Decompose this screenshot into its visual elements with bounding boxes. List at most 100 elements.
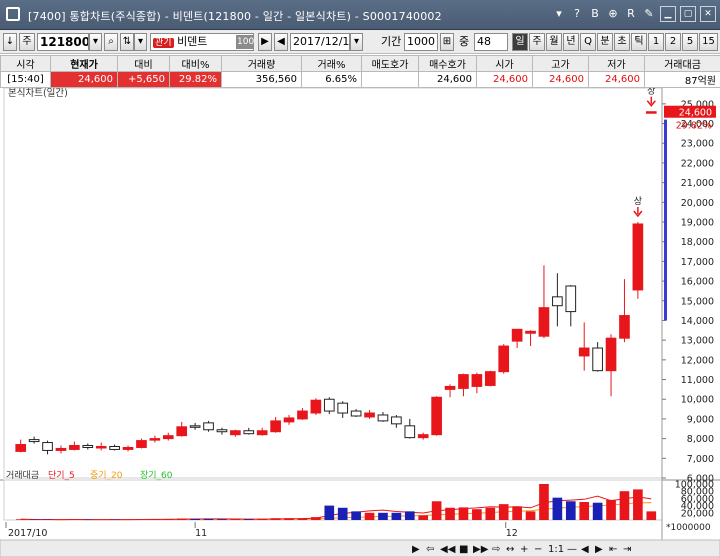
volume-bar bbox=[431, 501, 442, 520]
edit-icon[interactable]: ✎ bbox=[642, 6, 656, 22]
app-icon bbox=[6, 7, 20, 21]
candle-body-up bbox=[176, 426, 188, 437]
interval-quarter[interactable]: Q bbox=[580, 33, 596, 51]
dropdown-icon[interactable]: ▾ bbox=[552, 6, 566, 22]
sort-dropdown-icon[interactable]: ▾ bbox=[134, 33, 147, 51]
volume-bar bbox=[633, 489, 643, 520]
interval-1[interactable]: 1 bbox=[648, 33, 664, 51]
candle-body-up bbox=[525, 330, 536, 334]
candle-body-down bbox=[82, 445, 94, 448]
minimize-button[interactable]: ▁ bbox=[660, 6, 676, 22]
volume-bar bbox=[243, 519, 254, 520]
prev-arrow-icon[interactable]: ◀ bbox=[274, 33, 288, 51]
settings-icon[interactable]: ⊞ bbox=[440, 33, 454, 51]
candle-body-down bbox=[28, 439, 40, 443]
volume-bar bbox=[512, 506, 522, 520]
y-tick-label: 16,000 bbox=[681, 277, 714, 288]
period-input[interactable]: 1000 bbox=[404, 33, 438, 51]
interval-15[interactable]: 15 bbox=[699, 33, 718, 51]
y-tick-label: 19,000 bbox=[681, 218, 714, 229]
candle-body-up bbox=[645, 111, 657, 114]
x-tick-label: 11 bbox=[195, 528, 207, 539]
volume-bar bbox=[404, 511, 415, 520]
y-tick-label: 22,000 bbox=[681, 158, 714, 169]
volume-bar bbox=[324, 505, 335, 520]
count-input[interactable]: 48 bbox=[474, 33, 508, 51]
quote-low: 24,600 bbox=[588, 71, 645, 88]
candle-body-up bbox=[283, 417, 295, 423]
quote-header: 거래대금 bbox=[644, 55, 720, 72]
code-dropdown-icon[interactable]: ▾ bbox=[89, 33, 102, 51]
quote-header: 대비% bbox=[169, 55, 222, 72]
volume-bar bbox=[552, 497, 563, 520]
interval-week[interactable]: 주 bbox=[529, 33, 545, 51]
interval-day[interactable]: 일 bbox=[512, 33, 528, 51]
next-arrow-icon[interactable]: ▶ bbox=[258, 33, 272, 51]
candle-body-down bbox=[565, 285, 577, 313]
search-icon[interactable]: ⌕ bbox=[104, 33, 118, 51]
arrow-down-icon[interactable]: ↓ bbox=[3, 33, 17, 51]
volume-bar bbox=[69, 519, 80, 520]
help-icon[interactable]: ? bbox=[570, 6, 584, 22]
interval-year[interactable]: 년 bbox=[563, 33, 579, 51]
interval-second[interactable]: 초 bbox=[614, 33, 630, 51]
candle-body-down bbox=[216, 429, 228, 433]
candle-body-up bbox=[230, 430, 241, 436]
date-input[interactable]: 2017/12/18 bbox=[290, 33, 350, 51]
toolbar: ↓ 주 121800 ▾ ⌕ ⇅ ▾ 관기 비덴트 100 ▶ ◀ 2017/1… bbox=[0, 30, 720, 54]
quote-header: 대비 bbox=[117, 55, 170, 72]
volume-bar bbox=[364, 512, 375, 520]
chart-area[interactable]: 6,000 7,000 8,000 9,000 10,000 11,000 12,000 13… bbox=[0, 88, 720, 557]
volume-bar bbox=[311, 517, 321, 520]
candle-body-up bbox=[511, 328, 523, 342]
maximize-button[interactable]: ▢ bbox=[680, 6, 696, 22]
candle-body-down bbox=[350, 410, 362, 417]
volume-bar bbox=[190, 518, 200, 520]
globe-icon[interactable]: ⊕ bbox=[606, 6, 620, 22]
nav-icon: ⇦ bbox=[426, 544, 434, 555]
candle-body-up bbox=[55, 447, 67, 451]
interval-5[interactable]: 5 bbox=[682, 33, 698, 51]
interval-2[interactable]: 2 bbox=[665, 33, 681, 51]
nav-icon: ▶ bbox=[595, 544, 603, 555]
interval-minute[interactable]: 분 bbox=[597, 33, 613, 51]
nav-icon: ⇤ bbox=[609, 544, 617, 555]
candle-body-up bbox=[444, 385, 456, 390]
quote-volume: 356,560 bbox=[221, 71, 302, 88]
volume-bar bbox=[458, 507, 469, 520]
interval-tick[interactable]: 틱 bbox=[631, 33, 647, 51]
sort-icon[interactable]: ⇅ bbox=[120, 33, 134, 51]
candle-body-up bbox=[149, 438, 161, 441]
candle-body-up bbox=[605, 337, 617, 372]
b-icon[interactable]: B bbox=[588, 6, 602, 22]
candle-body-up bbox=[458, 374, 469, 389]
quote-header: 거래량 bbox=[221, 55, 302, 72]
candle-body-up bbox=[364, 412, 375, 418]
candle-body-down bbox=[552, 296, 563, 307]
y-tick-label: 11,000 bbox=[681, 375, 714, 386]
zoom-value: 100 bbox=[236, 35, 255, 49]
current-pct-label: 29.82% bbox=[676, 121, 712, 132]
nav-icon: ▶▶ bbox=[473, 544, 489, 555]
stock-code-input[interactable]: 121800 bbox=[37, 33, 89, 51]
quote-header: 시가 bbox=[476, 55, 533, 72]
price-chart[interactable]: 6,0007,0008,0009,00010,00011,00012,00013… bbox=[0, 88, 720, 557]
candle-body-down bbox=[337, 402, 349, 414]
nav-icon: ⇥ bbox=[623, 544, 631, 555]
y-axis: 6,0007,0008,0009,00010,00011,00012,00013… bbox=[662, 99, 714, 519]
nav-icon: ◀ bbox=[581, 544, 589, 555]
quote-header: 시각 bbox=[0, 55, 51, 72]
volume-bar bbox=[539, 484, 549, 520]
candles bbox=[15, 111, 657, 455]
quote-trade-value: 87억원 bbox=[644, 71, 720, 88]
interval-month[interactable]: 월 bbox=[546, 33, 562, 51]
nav-icon: ↔ bbox=[506, 544, 514, 555]
r-icon[interactable]: R bbox=[624, 6, 638, 22]
volume-bar bbox=[136, 519, 147, 520]
x-tick-label: 2017/10 bbox=[8, 528, 47, 539]
date-dropdown-icon[interactable]: ▾ bbox=[350, 33, 363, 51]
view-mode-button[interactable]: 주 bbox=[19, 33, 35, 51]
quote-header: 매도호가 bbox=[361, 55, 419, 72]
close-button[interactable]: ✕ bbox=[700, 6, 716, 22]
y-tick-label: 13,000 bbox=[681, 336, 714, 347]
